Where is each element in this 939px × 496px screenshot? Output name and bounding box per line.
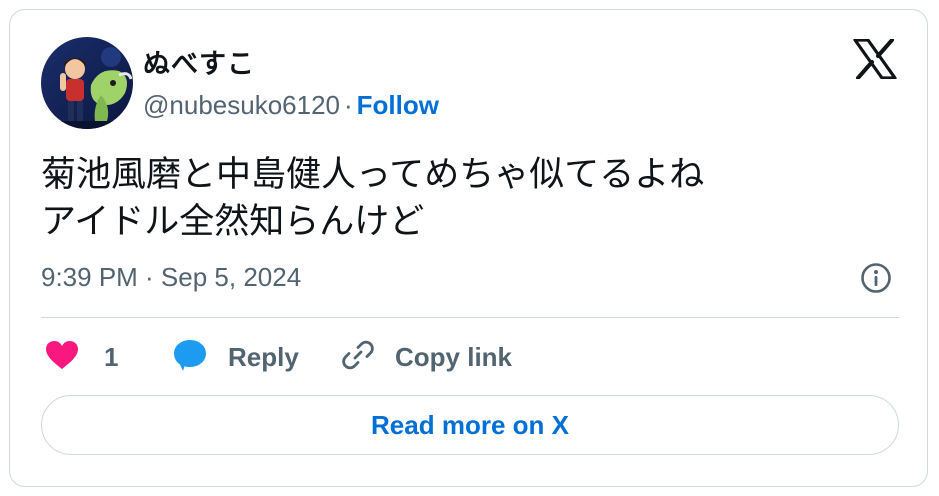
like-count: 1 <box>104 341 119 372</box>
copy-link-label: Copy link <box>395 341 513 372</box>
copy-link-button[interactable]: Copy link <box>341 337 512 377</box>
reply-button[interactable]: Reply <box>172 337 299 377</box>
avatar[interactable] <box>41 37 133 129</box>
separator-dot: · <box>344 90 353 120</box>
author-display-name[interactable]: ぬべすこ <box>143 42 255 81</box>
like-button[interactable]: 1 <box>45 337 118 377</box>
speech-bubble-icon <box>172 338 208 377</box>
x-logo-icon[interactable] <box>853 38 897 80</box>
tweet-card: ぬべすこ @nubesuko6120 · Follow 菊池風磨と中島健人ってめちゃ… <box>9 9 928 487</box>
read-more-label: Read more on X <box>371 409 569 440</box>
tweet-text: 菊池風磨と中島健人ってめちゃ似てるよね アイドル全然知らんけど <box>41 152 704 246</box>
tweet-timestamp[interactable]: 9:39 PM · Sep 5, 2024 <box>41 262 301 293</box>
tweet-text-line-2: アイドル全然知らんけど <box>41 202 425 242</box>
read-more-button[interactable]: Read more on X <box>41 395 899 455</box>
heart-icon <box>45 340 79 375</box>
info-icon[interactable] <box>860 262 892 294</box>
author-handle[interactable]: @nubesuko6120 <box>143 90 340 120</box>
avatar-image <box>41 37 133 129</box>
link-icon <box>341 338 375 377</box>
author-handle-row: @nubesuko6120 · Follow <box>143 90 439 121</box>
reply-label: Reply <box>228 341 299 372</box>
follow-button[interactable]: Follow <box>357 90 439 120</box>
divider <box>41 317 899 318</box>
tweet-text-line-1: 菊池風磨と中島健人ってめちゃ似てるよね <box>41 155 705 195</box>
